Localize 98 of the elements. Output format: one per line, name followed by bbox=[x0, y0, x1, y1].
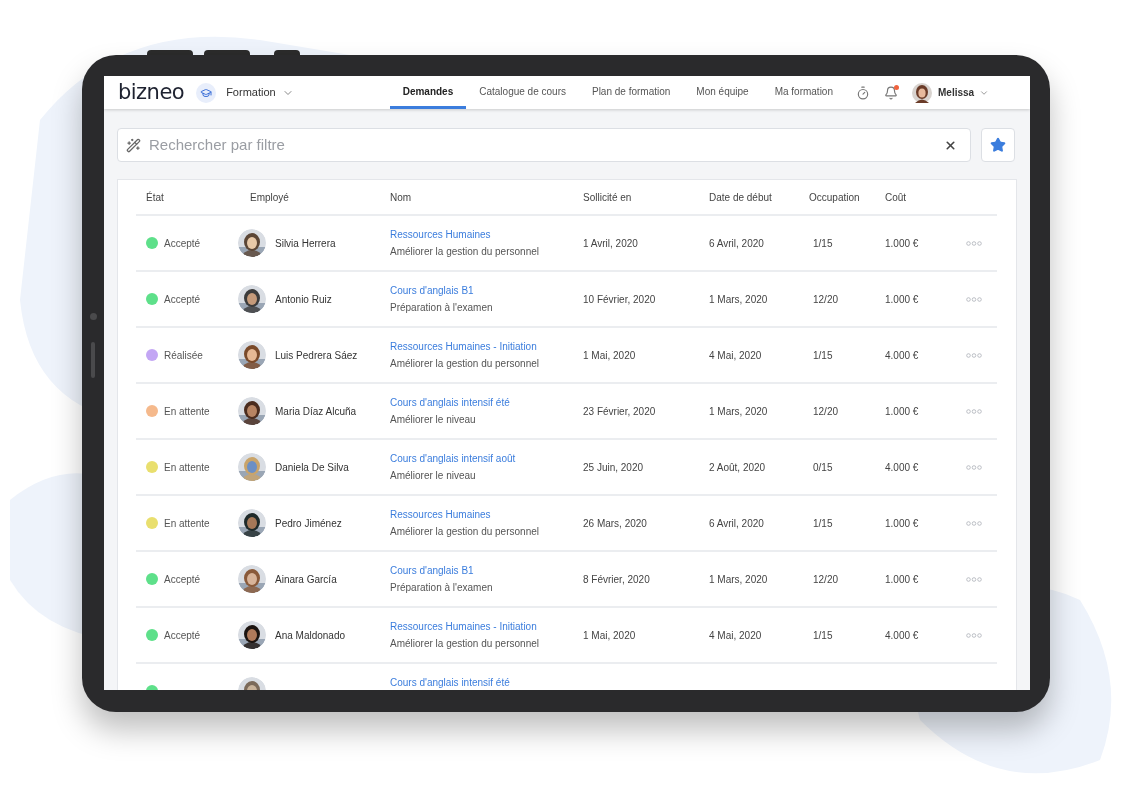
column-header: Sollicité en bbox=[583, 190, 633, 205]
course-link[interactable]: Ressources Humaines bbox=[390, 507, 583, 522]
course-link[interactable]: Cours d'anglais B1 bbox=[390, 283, 583, 298]
course-link[interactable]: Cours d'anglais intensif été bbox=[390, 675, 583, 690]
more-icon[interactable] bbox=[966, 352, 982, 358]
table-cell-text: 6 Avril, 2020 bbox=[709, 236, 765, 251]
status-label: Accepté bbox=[164, 572, 201, 587]
logo[interactable]: bizneo bbox=[118, 82, 185, 103]
column-header: Occupation bbox=[809, 190, 861, 205]
table-cell-text: 1.000 € bbox=[885, 404, 920, 419]
table-cell-text: 10 Février, 2020 bbox=[583, 292, 657, 307]
column-header: Coût bbox=[885, 190, 908, 205]
table-cell-text: 1.000 € bbox=[885, 572, 920, 587]
table-cell-text: 4.000 € bbox=[885, 628, 920, 643]
table-cell-text: 4 Mai, 2020 bbox=[709, 628, 763, 643]
nav-tab[interactable]: Catalogue de cours bbox=[466, 76, 579, 109]
table-cell-text: 1 Mars, 2020 bbox=[709, 292, 769, 307]
employee-name: Silvia Herrera bbox=[275, 236, 336, 251]
table-cell-text: 1/15 bbox=[812, 516, 834, 531]
user-menu[interactable]: Melissa bbox=[938, 85, 990, 100]
more-icon[interactable] bbox=[966, 240, 982, 246]
table-cell-text: 1 Mars, 2020 bbox=[709, 572, 769, 587]
status-label: En attente bbox=[164, 460, 210, 475]
table-cell-text: 23 Février, 2020 bbox=[583, 404, 657, 419]
course-description: Préparation à l'examen bbox=[390, 581, 494, 595]
nav-tab[interactable]: Mon équipe bbox=[683, 76, 762, 109]
employee-name: Ainara García bbox=[275, 572, 337, 587]
status-label: En attente bbox=[164, 516, 210, 531]
employee-name: Ana Maldonado bbox=[275, 628, 346, 643]
employee-name: Daniela De Silva bbox=[275, 460, 349, 475]
more-icon[interactable] bbox=[966, 520, 982, 526]
column-header: Date de début bbox=[709, 190, 773, 205]
table-cell-text: 1.000 € bbox=[885, 516, 920, 531]
status-label: Accepté bbox=[164, 292, 201, 307]
status-label: Réalisée bbox=[164, 348, 203, 363]
magic-wand-icon bbox=[126, 137, 141, 153]
table-cell-text: 4.000 € bbox=[885, 460, 920, 475]
table-cell-text: 1.000 € bbox=[885, 236, 920, 251]
more-icon[interactable] bbox=[966, 296, 982, 302]
course-description: Améliorer la gestion du personnel bbox=[390, 357, 540, 371]
more-icon[interactable] bbox=[966, 576, 982, 582]
course-description: Améliorer la gestion du personnel bbox=[390, 637, 540, 651]
course-description: Améliorer le niveau bbox=[390, 469, 477, 483]
status-label: Accepté bbox=[164, 628, 201, 643]
nav-tab[interactable]: Ma formation bbox=[761, 76, 846, 109]
nav-tab[interactable]: Plan de formation bbox=[578, 76, 684, 109]
more-icon[interactable] bbox=[966, 464, 982, 470]
table-cell-text: 1 Mai, 2020 bbox=[583, 348, 637, 363]
table-cell-text: 1 Avril, 2020 bbox=[583, 236, 639, 251]
course-description: Améliorer la gestion du personnel bbox=[390, 245, 540, 259]
table-cell-text: 1.000 € bbox=[885, 292, 920, 307]
more-icon[interactable] bbox=[966, 632, 982, 638]
table-cell-text: 12/20 bbox=[812, 572, 840, 587]
table-cell-text: 26 Mars, 2020 bbox=[583, 516, 648, 531]
column-header: État bbox=[145, 190, 165, 205]
course-description: Améliorer la gestion du personnel bbox=[390, 525, 540, 539]
star-icon bbox=[990, 137, 1006, 153]
course-link[interactable]: Ressources Humaines - Initiation bbox=[390, 619, 583, 634]
course-link[interactable]: Ressources Humaines bbox=[390, 227, 583, 242]
bell-icon[interactable] bbox=[884, 85, 898, 100]
more-icon[interactable] bbox=[966, 408, 982, 414]
course-link[interactable]: Cours d'anglais intensif août bbox=[390, 451, 583, 466]
table-cell-text: 1/15 bbox=[812, 628, 834, 643]
table-cell-text: 1 Mai, 2020 bbox=[583, 628, 637, 643]
table-cell-text: 1 Mars, 2020 bbox=[709, 404, 769, 419]
module-dropdown[interactable]: Formation bbox=[226, 84, 294, 101]
table-cell-text: 4 Mai, 2020 bbox=[709, 348, 763, 363]
nav-tab[interactable]: Demandes bbox=[389, 76, 467, 109]
employee-name: Antonio Ruiz bbox=[275, 292, 332, 307]
search-field[interactable]: Rechercher par filtre bbox=[149, 133, 944, 157]
search-box[interactable]: Rechercher par filtre bbox=[117, 128, 971, 162]
table-cell-text: 2 Août, 2020 bbox=[709, 460, 767, 475]
table-cell-text: 0/15 bbox=[812, 460, 834, 475]
table-cell-text: 12/20 bbox=[812, 404, 840, 419]
column-header: Nom bbox=[390, 190, 413, 205]
status-label: En attente bbox=[164, 404, 210, 419]
table-cell-text: 25 Juin, 2020 bbox=[583, 460, 645, 475]
close-icon[interactable] bbox=[944, 138, 957, 152]
timer-icon[interactable] bbox=[856, 85, 870, 100]
table-cell-text: 8 Février, 2020 bbox=[583, 572, 651, 587]
course-description: Améliorer le niveau bbox=[390, 413, 477, 427]
employee-name: Maria Díaz Alcuña bbox=[275, 404, 357, 419]
table-cell-text: 6 Avril, 2020 bbox=[709, 516, 765, 531]
user-avatar[interactable] bbox=[912, 82, 932, 103]
graduation-cap-icon[interactable] bbox=[196, 82, 217, 103]
table-cell-text: 1/15 bbox=[812, 348, 834, 363]
course-link[interactable]: Cours d'anglais B1 bbox=[390, 563, 583, 578]
table-cell-text: 12/20 bbox=[812, 292, 840, 307]
course-description: Préparation à l'examen bbox=[390, 301, 494, 315]
table-cell-text: 1/15 bbox=[812, 236, 834, 251]
column-header: Employé bbox=[249, 190, 290, 205]
employee-name: Luis Pedrera Sáez bbox=[275, 348, 358, 363]
favorites-button[interactable] bbox=[981, 128, 1015, 162]
employee-name: Pedro Jiménez bbox=[275, 516, 342, 531]
course-link[interactable]: Cours d'anglais intensif été bbox=[390, 395, 583, 410]
table-cell-text: 4.000 € bbox=[885, 348, 920, 363]
status-label: Accepté bbox=[164, 236, 201, 251]
course-link[interactable]: Ressources Humaines - Initiation bbox=[390, 339, 583, 354]
